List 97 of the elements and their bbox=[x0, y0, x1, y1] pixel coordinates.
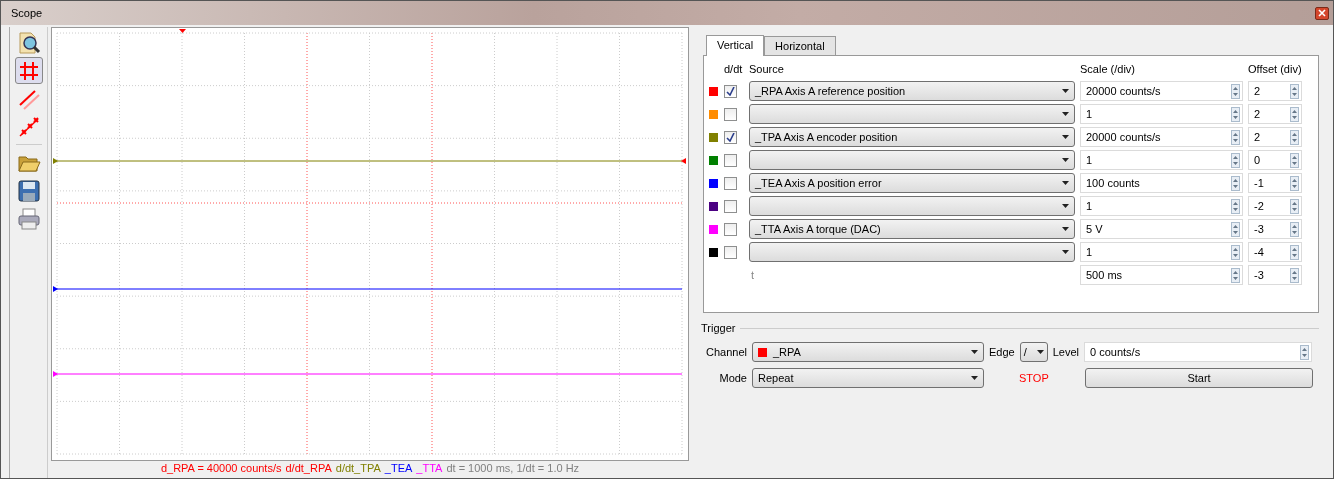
magnifier-icon bbox=[16, 30, 41, 55]
spinner-arrows-icon bbox=[1290, 129, 1299, 145]
checkbox[interactable] bbox=[724, 222, 737, 236]
offset-field[interactable]: -2 bbox=[1248, 196, 1302, 216]
field-label: Level bbox=[1052, 346, 1079, 358]
tab[interactable]: Vertical bbox=[706, 35, 765, 56]
spinner-arrows-icon bbox=[1231, 221, 1240, 237]
start-button[interactable]: Start bbox=[1085, 368, 1313, 388]
caret-icon bbox=[1062, 250, 1069, 254]
scale-field[interactable]: 20000 counts/s bbox=[1080, 127, 1243, 147]
scale-field[interactable]: 1 bbox=[1080, 104, 1243, 124]
offset-field[interactable]: -3 bbox=[1248, 265, 1302, 285]
source-dropdown[interactable]: _TPA Axis A encoder position bbox=[749, 127, 1075, 147]
scale-field[interactable]: 500 ms bbox=[1080, 265, 1243, 285]
spinner-arrows-icon bbox=[1290, 244, 1299, 260]
legend-label: dt = 1000 ms, 1/dt = 1.0 Hz bbox=[446, 462, 580, 474]
checkmark-icon bbox=[726, 132, 735, 142]
caret-icon bbox=[1062, 181, 1069, 185]
printer-icon bbox=[16, 206, 41, 231]
spinner-arrows-icon bbox=[1231, 129, 1240, 145]
legend-label: d/dt_RPA bbox=[285, 462, 332, 474]
column-header: d/dt bbox=[724, 63, 744, 77]
checkbox[interactable] bbox=[724, 199, 737, 213]
spinner-arrows-icon bbox=[1231, 175, 1240, 191]
level-marker bbox=[681, 158, 686, 164]
spinner-arrows-icon bbox=[1231, 106, 1240, 122]
offset-field[interactable]: 2 bbox=[1248, 81, 1302, 101]
spinner-arrows-icon bbox=[1290, 267, 1299, 283]
spinner-arrows-icon bbox=[1290, 152, 1299, 168]
offset-field[interactable]: 2 bbox=[1248, 104, 1302, 124]
legend-label: _TEA bbox=[384, 462, 413, 474]
checkbox[interactable] bbox=[724, 176, 737, 190]
mode-dropdown[interactable]: Repeat bbox=[752, 368, 984, 388]
spinner-arrows-icon bbox=[1300, 344, 1309, 360]
spinner-arrows-icon bbox=[1231, 244, 1240, 260]
spinner-arrows-icon bbox=[1290, 221, 1299, 237]
window-title: Scope bbox=[11, 7, 43, 19]
scale-field[interactable]: 5 V bbox=[1080, 219, 1243, 239]
level-field[interactable]: 0 counts/s bbox=[1084, 342, 1312, 362]
scale-field[interactable]: 100 counts bbox=[1080, 173, 1243, 193]
checkbox[interactable] bbox=[724, 153, 737, 167]
tab[interactable]: Horizontal bbox=[764, 36, 836, 55]
checkbox[interactable] bbox=[724, 245, 737, 259]
section-title: Trigger bbox=[701, 322, 736, 334]
spinner-arrows-icon bbox=[1290, 83, 1299, 99]
caret-icon bbox=[1062, 135, 1069, 139]
status-label: STOP bbox=[1018, 372, 1050, 384]
spinner-arrows-icon bbox=[1290, 175, 1299, 191]
spinner-arrows-icon bbox=[1231, 83, 1240, 99]
close-button[interactable] bbox=[1315, 6, 1329, 20]
offset-field[interactable]: -3 bbox=[1248, 219, 1302, 239]
caret-icon bbox=[1062, 89, 1069, 93]
offset-field[interactable]: 0 bbox=[1248, 150, 1302, 170]
caret-icon bbox=[1062, 204, 1069, 208]
scale-field[interactable]: 1 bbox=[1080, 196, 1243, 216]
edge-dropdown[interactable]: / bbox=[1019, 342, 1048, 362]
field-label: Mode bbox=[718, 372, 747, 384]
source-dropdown[interactable] bbox=[749, 104, 1075, 124]
source-dropdown[interactable]: _TEA Axis A position error bbox=[749, 173, 1075, 193]
source-dropdown[interactable] bbox=[749, 150, 1075, 170]
checkbox[interactable] bbox=[724, 107, 737, 121]
close-icon bbox=[1318, 9, 1326, 17]
caret-icon bbox=[1062, 158, 1069, 162]
column-header: Scale (/div) bbox=[1080, 63, 1137, 77]
caret-icon bbox=[971, 376, 978, 380]
offset-field[interactable]: -4 bbox=[1248, 242, 1302, 262]
field-label: Channel bbox=[705, 346, 747, 358]
offset-field[interactable]: -1 bbox=[1248, 173, 1302, 193]
column-header: Offset (div) bbox=[1248, 63, 1302, 77]
field-label: Edge bbox=[989, 346, 1015, 358]
legend-label: _TTA bbox=[416, 462, 443, 474]
spinner-arrows-icon bbox=[1290, 198, 1299, 214]
checkmark-icon bbox=[726, 86, 735, 96]
spinner-arrows-icon bbox=[1231, 198, 1240, 214]
spinner-arrows-icon bbox=[1231, 152, 1240, 168]
legend-label: d_RPA = 40000 counts/s bbox=[160, 462, 282, 474]
source-dropdown[interactable] bbox=[749, 242, 1075, 262]
trigger-marker bbox=[179, 29, 186, 33]
spinner-arrows-icon bbox=[1231, 267, 1240, 283]
caret-icon bbox=[1062, 112, 1069, 116]
scale-field[interactable]: 20000 counts/s bbox=[1080, 81, 1243, 101]
source-dropdown[interactable] bbox=[749, 196, 1075, 216]
column-header: Source bbox=[749, 63, 785, 77]
source-dropdown[interactable]: _RPA Axis A reference position bbox=[749, 81, 1075, 101]
scale-field[interactable]: 1 bbox=[1080, 242, 1243, 262]
caret-icon bbox=[1062, 227, 1069, 231]
scale-field[interactable]: 1 bbox=[1080, 150, 1243, 170]
spinner-arrows-icon bbox=[1290, 106, 1299, 122]
caret-icon bbox=[971, 350, 978, 354]
offset-field[interactable]: 2 bbox=[1248, 127, 1302, 147]
channel-dropdown[interactable]: _RPA bbox=[752, 342, 984, 362]
legend-label: d/dt_TPA bbox=[335, 462, 381, 474]
caret-icon bbox=[1036, 350, 1044, 354]
time-label: t bbox=[750, 269, 756, 281]
checkbox[interactable] bbox=[724, 130, 737, 144]
source-dropdown[interactable]: _TTA Axis A torque (DAC) bbox=[749, 219, 1075, 239]
checkbox[interactable] bbox=[724, 84, 737, 98]
